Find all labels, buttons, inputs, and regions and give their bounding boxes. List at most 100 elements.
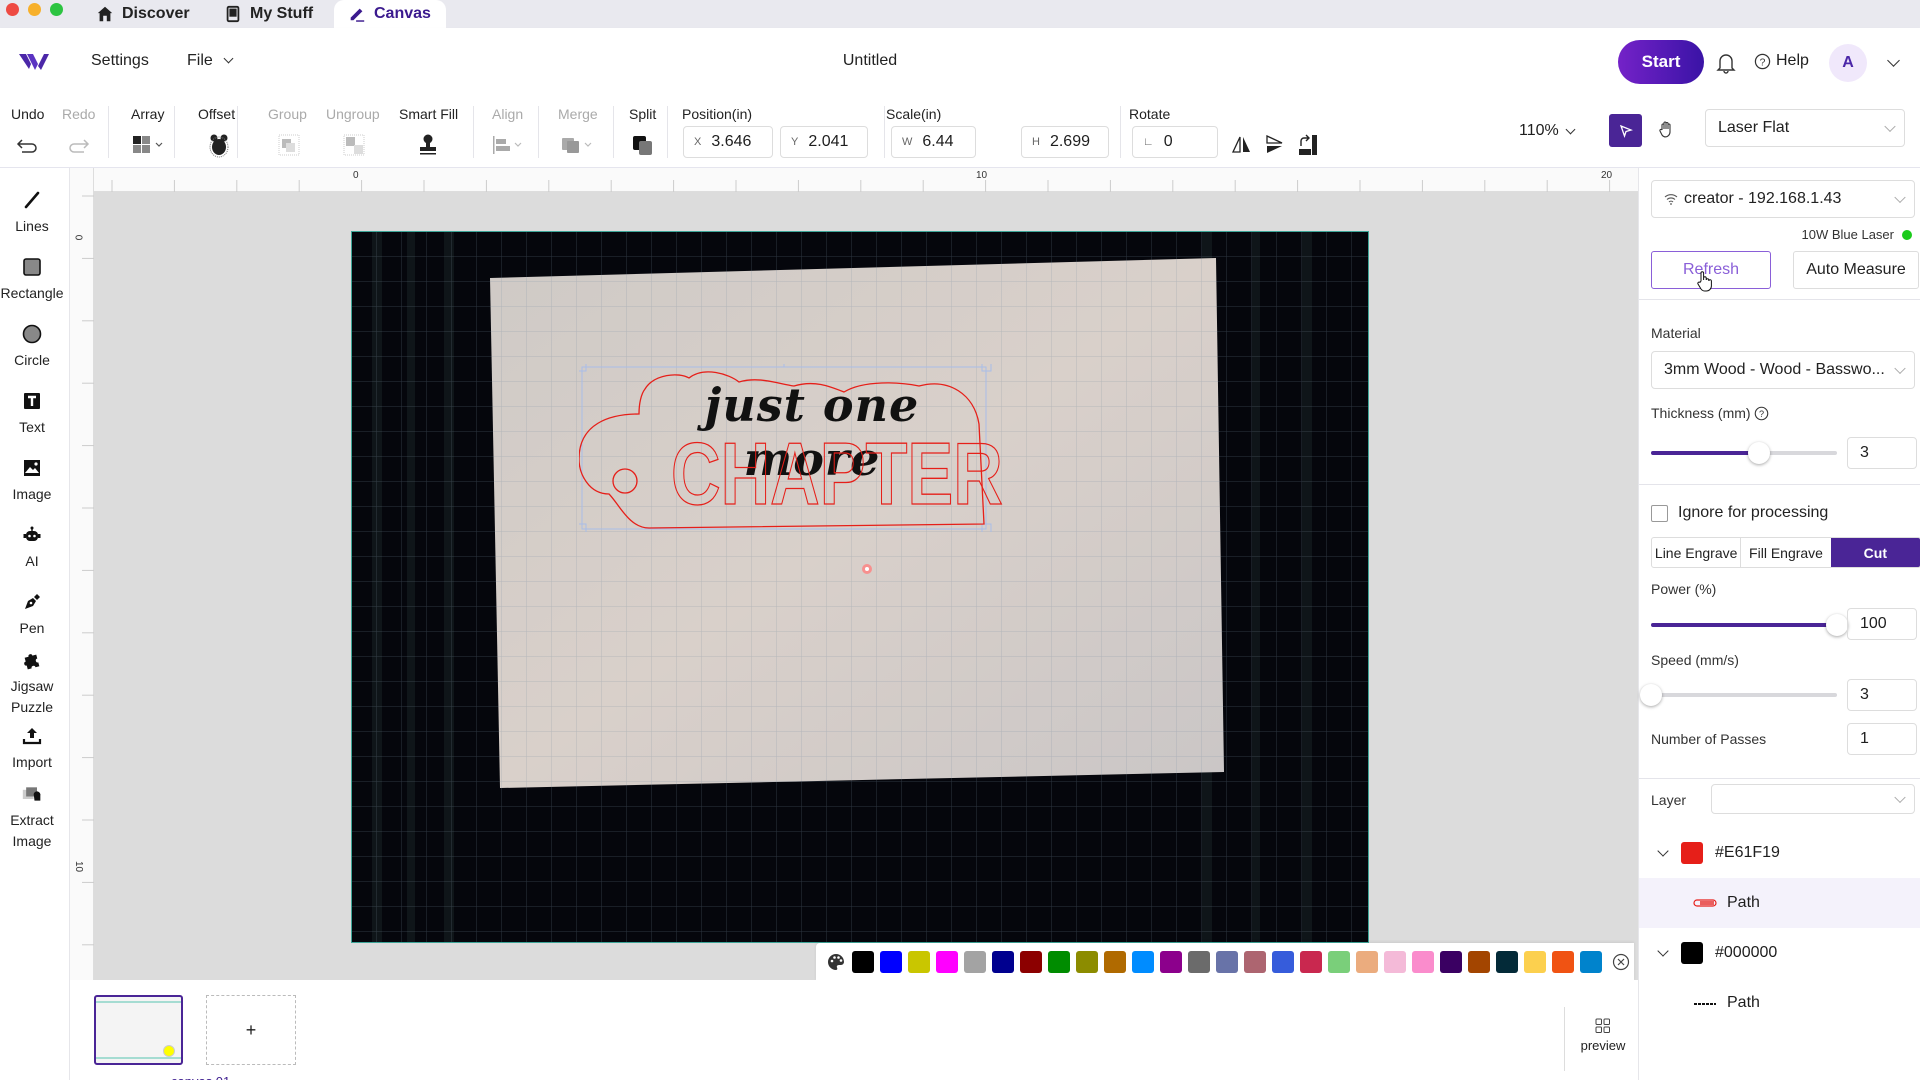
preview-button[interactable]: preview	[1573, 1018, 1633, 1053]
account-chevron-icon[interactable]	[1887, 54, 1900, 67]
color-swatch[interactable]	[1104, 951, 1126, 973]
hand-pan-icon[interactable]	[1658, 120, 1676, 140]
color-swatch[interactable]	[1300, 951, 1322, 973]
layer-child-path[interactable]: Path	[1639, 978, 1920, 1028]
array-grid-icon[interactable]	[132, 132, 168, 158]
power-input[interactable]: 100	[1847, 608, 1917, 640]
layer-child-path[interactable]: Path	[1639, 878, 1920, 928]
passes-input[interactable]: 1	[1847, 723, 1917, 755]
color-swatch[interactable]	[1496, 951, 1518, 973]
stamp-icon[interactable]	[415, 132, 441, 158]
align-left-icon[interactable]	[490, 132, 526, 158]
maximize-window-button[interactable]	[50, 3, 63, 16]
color-swatch[interactable]	[1160, 951, 1182, 973]
color-swatch[interactable]	[1468, 951, 1490, 973]
tool-circle[interactable]: Circle	[0, 324, 64, 371]
color-swatch[interactable]	[992, 951, 1014, 973]
color-swatch[interactable]	[936, 951, 958, 973]
close-palette-icon[interactable]	[1612, 953, 1630, 971]
color-swatch[interactable]	[1272, 951, 1294, 973]
avatar[interactable]: A	[1829, 44, 1867, 82]
slider-knob[interactable]	[1747, 442, 1770, 464]
machine-mode-select[interactable]: Laser Flat	[1705, 109, 1905, 147]
tool-rectangle[interactable]: Rectangle	[0, 257, 64, 304]
split-icon[interactable]	[630, 132, 656, 158]
undo-icon[interactable]	[14, 132, 40, 158]
device-select[interactable]: creator - 192.168.1.43	[1651, 180, 1915, 218]
slider-knob[interactable]	[1826, 614, 1848, 636]
tool-extract-image[interactable]: Extract Image	[0, 784, 64, 852]
selected-design[interactable]: just one more CHAPTER	[579, 364, 1003, 532]
speed-slider[interactable]	[1640, 684, 1837, 706]
tool-lines[interactable]: Lines	[0, 190, 64, 237]
tool-import[interactable]: Import	[0, 726, 64, 773]
tool-pen[interactable]: Pen	[0, 592, 64, 639]
add-canvas-button[interactable]: +	[206, 995, 296, 1065]
color-swatch[interactable]	[1244, 951, 1266, 973]
tab-my-stuff[interactable]: My Stuff	[210, 0, 327, 28]
color-swatch[interactable]	[852, 951, 874, 973]
flip-horizontal-icon[interactable]	[1229, 132, 1255, 158]
tool-image[interactable]: Image	[0, 458, 64, 505]
power-slider[interactable]	[1651, 614, 1848, 636]
color-swatch[interactable]	[1552, 951, 1574, 973]
color-swatch[interactable]	[1384, 951, 1406, 973]
color-swatch[interactable]	[1076, 951, 1098, 973]
chevron-down-icon[interactable]	[1657, 945, 1669, 957]
color-swatch[interactable]	[1188, 951, 1210, 973]
color-swatch[interactable]	[1328, 951, 1350, 973]
merge-icon[interactable]	[560, 132, 596, 158]
canvas-thumbnail[interactable]	[94, 995, 183, 1065]
flip-vertical-icon[interactable]	[1262, 132, 1288, 158]
color-swatch[interactable]	[964, 951, 986, 973]
mode-fill-engrave[interactable]: Fill Engrave	[1741, 538, 1830, 567]
rotate-input[interactable]: ∟ 0	[1132, 126, 1218, 158]
material-select[interactable]: 3mm Wood - Wood - Basswo...	[1651, 351, 1915, 389]
thickness-input[interactable]: 3	[1847, 437, 1917, 469]
tool-text[interactable]: Text	[0, 391, 64, 438]
color-swatch[interactable]	[1216, 951, 1238, 973]
layer-row-black[interactable]: #000000	[1639, 928, 1920, 978]
slider-knob[interactable]	[1640, 684, 1662, 706]
offset-bear-icon[interactable]	[206, 132, 232, 158]
speed-input[interactable]: 3	[1847, 679, 1917, 711]
color-swatch[interactable]	[1020, 951, 1042, 973]
color-swatch[interactable]	[1412, 951, 1434, 973]
question-circle-icon[interactable]: ?	[1754, 406, 1769, 421]
rotate-90-icon[interactable]	[1295, 132, 1321, 158]
laser-workspace[interactable]: just one more CHAPTER	[351, 231, 1369, 943]
color-swatch[interactable]	[1524, 951, 1546, 973]
color-swatch[interactable]	[1048, 951, 1070, 973]
start-button[interactable]: Start	[1618, 40, 1704, 84]
bell-icon[interactable]	[1716, 52, 1736, 74]
position-x-input[interactable]: X 3.646	[683, 126, 773, 158]
color-swatch[interactable]	[908, 951, 930, 973]
position-y-input[interactable]: Y 2.041	[780, 126, 868, 158]
tab-discover[interactable]: Discover	[82, 0, 204, 28]
redo-icon[interactable]	[66, 132, 92, 158]
chevron-down-icon[interactable]	[1657, 845, 1669, 857]
close-window-button[interactable]	[6, 3, 19, 16]
color-swatch[interactable]	[1132, 951, 1154, 973]
tab-canvas[interactable]: Canvas	[334, 0, 446, 28]
auto-measure-button[interactable]: Auto Measure	[1793, 251, 1919, 289]
width-input[interactable]: W 6.44	[891, 126, 976, 158]
tool-ai[interactable]: AI	[0, 525, 64, 572]
ignore-processing-checkbox[interactable]: Ignore for processing	[1651, 504, 1828, 522]
ungroup-icon[interactable]	[341, 132, 367, 158]
zoom-dropdown[interactable]: 110%	[1519, 122, 1576, 140]
mode-cut[interactable]: Cut	[1830, 538, 1920, 567]
layer-select[interactable]	[1711, 784, 1915, 814]
color-swatch[interactable]	[1356, 951, 1378, 973]
minimize-window-button[interactable]	[28, 3, 41, 16]
select-tool-button[interactable]	[1609, 114, 1642, 147]
color-swatch[interactable]	[880, 951, 902, 973]
tool-jigsaw-puzzle[interactable]: Jigsaw Puzzle	[0, 650, 64, 718]
layer-row-red[interactable]: #E61F19	[1639, 828, 1920, 878]
mode-line-engrave[interactable]: Line Engrave	[1652, 538, 1742, 567]
palette-icon[interactable]	[826, 952, 846, 972]
color-swatch[interactable]	[1580, 951, 1602, 973]
group-icon[interactable]	[276, 132, 302, 158]
thickness-slider[interactable]	[1651, 442, 1837, 464]
height-input[interactable]: H 2.699	[1021, 126, 1109, 158]
